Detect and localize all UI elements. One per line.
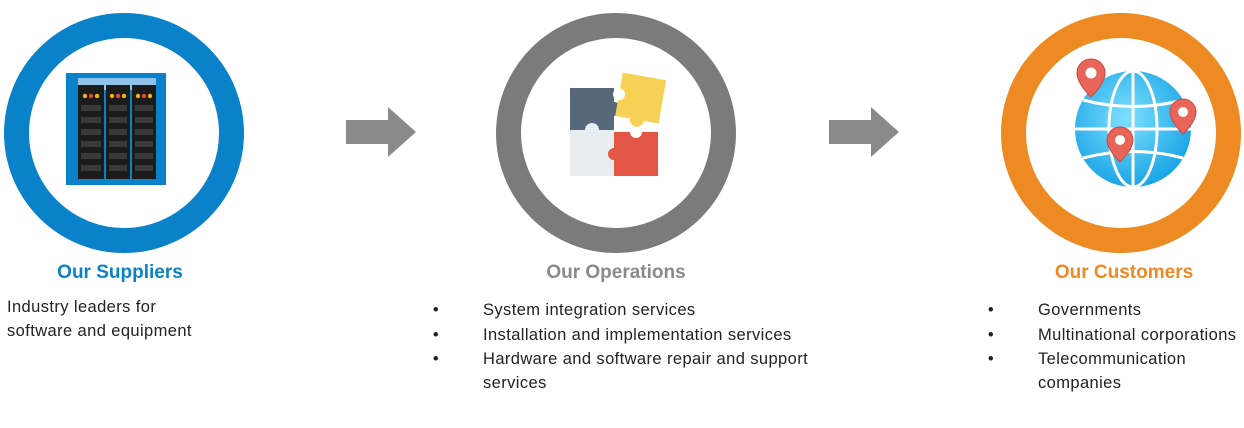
list-item-text: Telecommunication companies [1038,350,1187,392]
operations-title: Our Operations [546,262,686,283]
bullet-icon: • [432,301,440,319]
customers-list: • Governments • Multinational corporations… [985,299,1244,396]
bullet-icon: • [987,325,995,344]
list-item: • Installation and implementation service… [430,324,830,348]
bullet-icon: • [432,325,440,344]
list-item-text: Governments [1038,301,1142,319]
bullet-icon: • [987,301,995,319]
list-item-text: Multinational corporations [1038,325,1237,344]
puzzle-icon [570,72,667,176]
operations-list: • System integration services • Installati… [430,299,830,396]
suppliers-title: Our Suppliers [57,262,183,283]
suppliers-description: Industry leaders for software and equipm… [7,298,192,340]
list-item: • Hardware and software repair and suppor… [430,348,830,395]
globe-pins-icon [1075,58,1197,189]
list-item-text: System integration services [483,301,696,319]
bullet-icon: • [432,350,440,368]
list-item-text: Installation and implementation services [483,325,792,344]
server-rack-icon [66,73,166,185]
bullet-icon: • [987,350,995,368]
right-arrow-icon [829,107,899,157]
list-item: • Telecommunication companies [985,348,1244,395]
customers-title: Our Customers [1054,262,1194,283]
list-item: • Multinational corporations [985,324,1244,348]
list-item-text: Hardware and software repair and support… [483,350,809,392]
list-item: • Governments [985,299,1244,323]
list-item: • System integration services [430,299,830,323]
right-arrow-icon [346,107,416,157]
